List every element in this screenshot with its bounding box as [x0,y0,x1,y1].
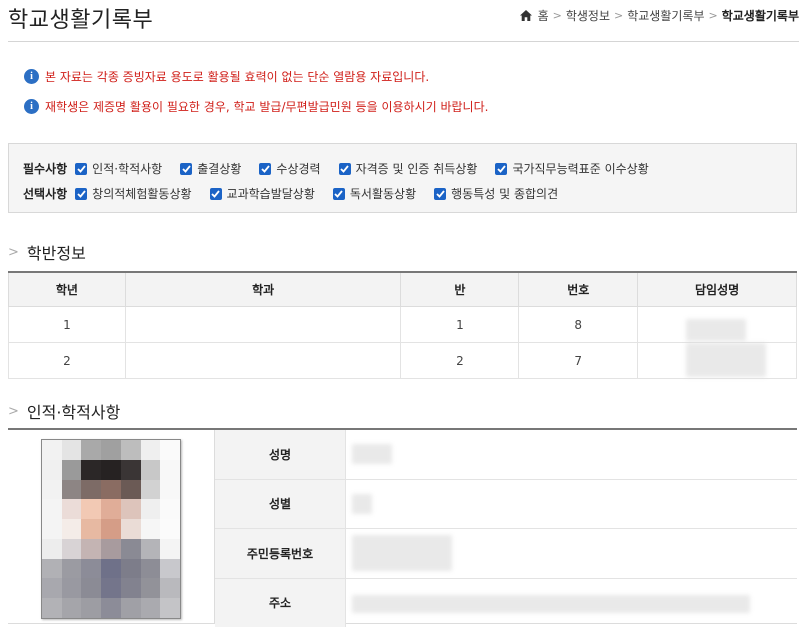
checkbox-label: 인적·학적사항 [92,162,163,176]
checkbox-checked-icon[interactable] [180,162,193,175]
cell-number: 8 [518,306,639,343]
redaction-block [686,319,747,341]
column-header-number: 번호 [518,271,639,307]
cell-department [124,342,402,379]
redaction-block [352,444,392,464]
chevron-right-icon: > [8,244,19,260]
redaction-block [352,594,750,613]
notice-line: i 본 자료는 각종 증빙자료 용도로 활용될 효력이 없는 단순 열람용 자료… [24,68,429,85]
checkbox-ncs[interactable]: 국가직무능력표준 이수상황 [495,160,649,177]
breadcrumb-school-record[interactable]: 학교생활기록부 [627,7,704,24]
breadcrumb: 홈 > 학생정보 > 학교생활기록부 > 학교생활기록부 [519,7,799,24]
table-header-row: 학년 학과 반 번호 담임성명 [8,271,797,307]
checkbox-checked-icon[interactable] [259,162,272,175]
breadcrumb-separator: > [614,9,624,22]
label-address: 주소 [215,578,346,627]
checkbox-label: 수상경력 [276,162,321,176]
value-resident-id-redacted [346,529,797,578]
personal-info-table: 성명 성별 주민등록번호 주소 [8,428,797,627]
value-gender-redacted [346,480,797,529]
info-row-resident-id: 주민등록번호 [215,529,797,579]
table-row: 1 1 8 [8,306,797,343]
checkbox-checked-icon[interactable] [338,162,351,175]
value-name-redacted [346,430,797,479]
label-name: 성명 [215,430,346,479]
page-title: 학교생활기록부 [8,8,154,33]
checkbox-checked-icon[interactable] [332,187,345,200]
column-header-department: 학과 [124,271,402,307]
info-row-name: 성명 [215,430,797,480]
checkbox-attendance[interactable]: 출결상황 [180,160,241,177]
breadcrumb-student-info[interactable]: 학생정보 [566,7,610,24]
column-header-homeroom-teacher: 담임성명 [637,271,797,307]
label-resident-id: 주민등록번호 [215,529,346,578]
personal-info-grid: 성명 성별 주민등록번호 주소 [215,430,797,627]
section-title-personal-info: > 인적·학적사항 [8,399,120,423]
checkbox-checked-icon[interactable] [209,187,222,200]
checkbox-label: 독서활동상황 [349,187,417,201]
checkbox-label: 행동특성 및 종합의견 [451,187,559,201]
redaction-block [686,343,767,377]
cell-department [124,306,402,343]
cell-class: 2 [400,342,520,379]
checkbox-checked-icon[interactable] [75,187,88,200]
column-header-grade: 학년 [8,271,126,307]
breadcrumb-home[interactable]: 홈 [538,7,549,24]
info-row-gender: 성별 [215,479,797,529]
redaction-block [352,535,452,571]
notice-text: 재학생은 제증명 활용이 필요한 경우, 학교 발급/무편발급민원 등을 이용하… [45,100,489,114]
breadcrumb-current: 학교생활기록부 [721,9,799,23]
table-row: 2 2 7 [8,342,797,379]
value-address-redacted [346,579,797,628]
cell-grade: 1 [8,306,126,343]
cell-class: 1 [400,306,520,343]
section-title-text: 학반정보 [26,244,86,263]
checkbox-label: 교과학습발달상황 [226,187,315,201]
checkbox-reading-activities[interactable]: 독서활동상황 [332,185,417,202]
title-divider [8,41,799,42]
section-filter-box: 필수사항 인적·학적사항 출결상황 수상경력 자격증 및 인증 취득상황 국가직… [8,143,797,213]
info-row-address: 주소 [215,578,797,628]
checkbox-checked-icon[interactable] [434,187,447,200]
checkbox-label: 국가직무능력표준 이수상황 [512,162,649,176]
checkbox-checked-icon[interactable] [75,162,88,175]
checkbox-behavior-opinion[interactable]: 행동특성 및 종합의견 [434,185,558,202]
checkbox-academic-development[interactable]: 교과학습발달상황 [209,185,315,202]
label-gender: 성별 [215,479,346,528]
checkbox-certificates[interactable]: 자격증 및 인증 취득상황 [338,160,478,177]
checkbox-creative-activities[interactable]: 창의적체험활동상황 [75,185,192,202]
optional-label: 선택사항 [23,187,68,201]
checkbox-personal-academic[interactable]: 인적·학적사항 [75,160,162,177]
required-label: 필수사항 [23,162,68,176]
photo-cell [8,430,215,624]
checkbox-checked-icon[interactable] [495,162,508,175]
notice-text: 본 자료는 각종 증빙자료 용도로 활용될 효력이 없는 단순 열람용 자료입니… [45,70,430,84]
cell-teacher-redacted [637,342,797,379]
section-title-class-info: > 학반정보 [8,240,86,264]
optional-filter-row: 선택사항 창의적체험활동상황 교과학습발달상황 독서활동상황 행동특성 및 종합… [23,185,576,202]
info-icon: i [24,99,39,114]
notice-line: i 재학생은 제증명 활용이 필요한 경우, 학교 발급/무편발급민원 등을 이… [24,98,488,115]
column-header-class: 반 [400,271,520,307]
breadcrumb-separator: > [708,9,718,22]
checkbox-label: 출결상황 [197,162,242,176]
section-title-text: 인적·학적사항 [26,403,121,422]
cell-grade: 2 [8,342,126,379]
student-photo-redacted [41,439,181,619]
breadcrumb-separator: > [552,9,562,22]
home-icon[interactable] [519,10,532,21]
chevron-right-icon: > [8,403,19,419]
info-icon: i [24,69,39,84]
cell-teacher-redacted [637,306,797,343]
class-info-table: 학년 학과 반 번호 담임성명 1 1 8 2 2 7 [8,271,797,379]
checkbox-label: 창의적체험활동상황 [92,187,192,201]
checkbox-label: 자격증 및 인증 취득상황 [355,162,478,176]
cell-number: 7 [518,342,639,379]
redaction-block [352,493,372,514]
required-filter-row: 필수사항 인적·학적사항 출결상황 수상경력 자격증 및 인증 취득상황 국가직… [23,160,667,177]
checkbox-awards[interactable]: 수상경력 [259,160,321,177]
